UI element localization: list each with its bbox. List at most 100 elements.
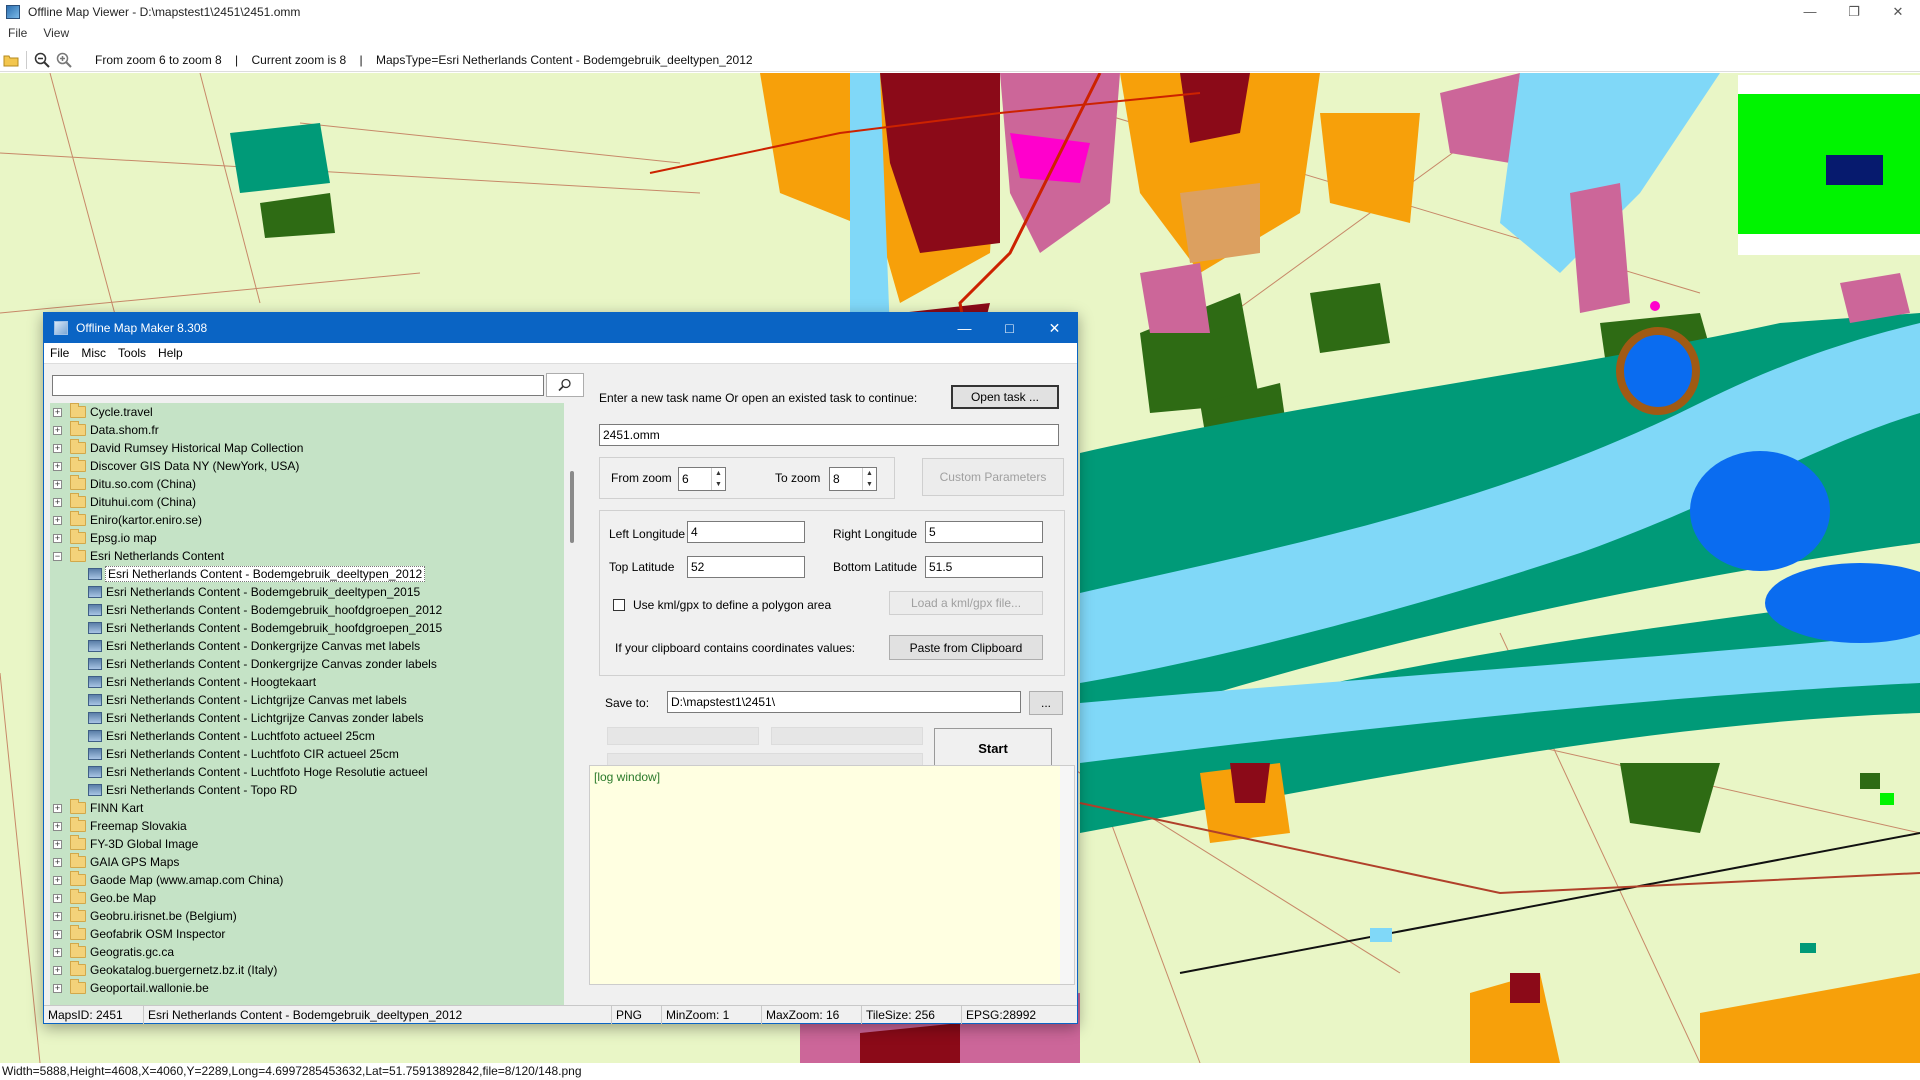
tree-folder-item[interactable]: + FINN Kart bbox=[50, 799, 562, 817]
dialog-maximize-button[interactable]: □ bbox=[987, 313, 1032, 343]
left-longitude-input[interactable]: 4 bbox=[687, 521, 805, 543]
from-zoom-arrows[interactable]: ▲ ▼ bbox=[711, 468, 725, 490]
tree-item-label: Esri Netherlands Content - Donkergrijze … bbox=[106, 657, 437, 671]
expand-icon[interactable]: + bbox=[53, 821, 62, 831]
paste-from-clipboard-button[interactable]: Paste from Clipboard bbox=[889, 635, 1043, 660]
expand-icon[interactable]: + bbox=[53, 407, 62, 417]
tree-item-label: Esri Netherlands Content - Bodemgebruik_… bbox=[106, 621, 443, 635]
folder-icon bbox=[70, 943, 86, 958]
tree-folder-item[interactable]: + Geoportail.wallonie.be bbox=[50, 979, 562, 997]
search-input[interactable] bbox=[52, 375, 544, 396]
expand-icon[interactable]: + bbox=[53, 443, 62, 453]
expand-icon[interactable]: + bbox=[53, 857, 62, 867]
expand-icon[interactable]: + bbox=[53, 803, 62, 813]
open-folder-icon[interactable] bbox=[0, 49, 22, 71]
dialog-close-button[interactable]: ✕ bbox=[1032, 313, 1077, 343]
tree-folder-item[interactable]: + Data.shom.fr bbox=[50, 421, 562, 439]
expand-icon[interactable]: + bbox=[53, 461, 62, 471]
tree-folder-item[interactable]: + Cycle.travel bbox=[50, 403, 562, 421]
tree-scroll-thumb[interactable] bbox=[570, 471, 574, 543]
tree-folder-item[interactable]: + Gaode Map (www.amap.com China) bbox=[50, 871, 562, 889]
tree-folder-item[interactable]: + Discover GIS Data NY (NewYork, USA) bbox=[50, 457, 562, 475]
tree-map-item[interactable]: Esri Netherlands Content - Donkergrijze … bbox=[50, 655, 562, 673]
task-name-input[interactable]: 2451.omm bbox=[599, 424, 1059, 446]
tree-folder-item[interactable]: + Ditu.so.com (China) bbox=[50, 475, 562, 493]
tree-item-label: Esri Netherlands Content - Hoogtekaart bbox=[106, 675, 317, 689]
map-source-tree[interactable]: + Cycle.travel + Data.shom.fr + David Rumsey … bbox=[50, 403, 582, 1007]
search-button[interactable] bbox=[546, 373, 584, 397]
tree-folder-item[interactable]: + Epsg.io map bbox=[50, 529, 562, 547]
log-window[interactable]: [log window] bbox=[589, 765, 1075, 985]
expand-icon[interactable]: + bbox=[53, 947, 62, 957]
expand-icon[interactable]: + bbox=[53, 533, 62, 543]
tree-scrollbar[interactable] bbox=[564, 403, 582, 1007]
dialog-menu-file[interactable]: File bbox=[44, 346, 75, 360]
tree-map-item[interactable]: Esri Netherlands Content - Bodemgebruik_… bbox=[50, 565, 562, 583]
tree-folder-item[interactable]: + David Rumsey Historical Map Collection bbox=[50, 439, 562, 457]
expand-icon[interactable]: + bbox=[53, 479, 62, 489]
tree-map-item[interactable]: Esri Netherlands Content - Bodemgebruik_… bbox=[50, 619, 562, 637]
log-scrollbar[interactable] bbox=[1060, 766, 1074, 984]
top-latitude-input[interactable]: 52 bbox=[687, 556, 805, 578]
tree-map-item[interactable]: Esri Netherlands Content - Luchtfoto act… bbox=[50, 727, 562, 745]
tree-map-item[interactable]: Esri Netherlands Content - Topo RD bbox=[50, 781, 562, 799]
open-task-button[interactable]: Open task ... bbox=[951, 385, 1059, 409]
tree-folder-item[interactable]: − Esri Netherlands Content bbox=[50, 547, 562, 565]
expand-icon[interactable]: + bbox=[53, 515, 62, 525]
tree-map-item[interactable]: Esri Netherlands Content - Bodemgebruik_… bbox=[50, 601, 562, 619]
tree-folder-item[interactable]: + FY-3D Global Image bbox=[50, 835, 562, 853]
folder-icon bbox=[70, 799, 86, 814]
tree-map-item[interactable]: Esri Netherlands Content - Luchtfoto CIR… bbox=[50, 745, 562, 763]
tree-folder-item[interactable]: + Dituhui.com (China) bbox=[50, 493, 562, 511]
kml-checkbox[interactable] bbox=[613, 599, 625, 611]
dialog-app-icon bbox=[54, 321, 68, 335]
overview-map[interactable] bbox=[1738, 75, 1920, 255]
save-to-input[interactable]: D:\mapstest1\2451\ bbox=[667, 691, 1021, 713]
tree-map-item[interactable]: Esri Netherlands Content - Luchtfoto Hog… bbox=[50, 763, 562, 781]
expand-icon[interactable]: + bbox=[53, 911, 62, 921]
right-longitude-input[interactable]: 5 bbox=[925, 521, 1043, 543]
to-zoom-stepper[interactable]: 8 ▲ ▼ bbox=[829, 467, 877, 491]
dialog-menu-help[interactable]: Help bbox=[152, 346, 189, 360]
menu-file[interactable]: File bbox=[0, 26, 35, 40]
expand-icon[interactable]: + bbox=[53, 929, 62, 939]
tree-folder-item[interactable]: + Eniro(kartor.eniro.se) bbox=[50, 511, 562, 529]
expand-icon[interactable]: + bbox=[53, 839, 62, 849]
expand-icon[interactable]: + bbox=[53, 893, 62, 903]
tree-folder-item[interactable]: + GAIA GPS Maps bbox=[50, 853, 562, 871]
expand-icon[interactable]: + bbox=[53, 875, 62, 885]
expand-icon[interactable]: + bbox=[53, 965, 62, 975]
tree-folder-item[interactable]: + Geo.be Map bbox=[50, 889, 562, 907]
expand-icon[interactable]: + bbox=[53, 983, 62, 993]
tree-folder-item[interactable]: + Geokatalog.buergernetz.bz.it (Italy) bbox=[50, 961, 562, 979]
tree-folder-item[interactable]: + Geogratis.gc.ca bbox=[50, 943, 562, 961]
bottom-latitude-input[interactable]: 51.5 bbox=[925, 556, 1043, 578]
menu-view[interactable]: View bbox=[35, 26, 77, 40]
zoom-in-icon[interactable] bbox=[53, 49, 75, 71]
to-zoom-arrows[interactable]: ▲ ▼ bbox=[862, 468, 876, 490]
load-kml-button[interactable]: Load a kml/gpx file... bbox=[889, 591, 1043, 615]
tree-map-item[interactable]: Esri Netherlands Content - Donkergrijze … bbox=[50, 637, 562, 655]
tree-map-item[interactable]: Esri Netherlands Content - Lichtgrijze C… bbox=[50, 709, 562, 727]
tree-map-item[interactable]: Esri Netherlands Content - Lichtgrijze C… bbox=[50, 691, 562, 709]
tree-map-item[interactable]: Esri Netherlands Content - Hoogtekaart bbox=[50, 673, 562, 691]
tree-folder-item[interactable]: + Freemap Slovakia bbox=[50, 817, 562, 835]
expand-icon[interactable]: + bbox=[53, 497, 62, 507]
expand-icon[interactable]: + bbox=[53, 425, 62, 435]
dialog-menu-misc[interactable]: Misc bbox=[75, 346, 112, 360]
tree-folder-item[interactable]: + Geobru.irisnet.be (Belgium) bbox=[50, 907, 562, 925]
from-zoom-stepper[interactable]: 6 ▲ ▼ bbox=[678, 467, 726, 491]
overview-viewport[interactable] bbox=[1826, 155, 1883, 185]
minimize-button[interactable]: — bbox=[1788, 0, 1832, 23]
dialog-minimize-button[interactable]: — bbox=[942, 313, 987, 343]
restore-button[interactable]: ❐ bbox=[1832, 0, 1876, 23]
custom-parameters-button[interactable]: Custom Parameters bbox=[922, 458, 1064, 496]
start-button[interactable]: Start bbox=[934, 728, 1052, 768]
tree-folder-item[interactable]: + Geofabrik OSM Inspector bbox=[50, 925, 562, 943]
tree-map-item[interactable]: Esri Netherlands Content - Bodemgebruik_… bbox=[50, 583, 562, 601]
dialog-menu-tools[interactable]: Tools bbox=[112, 346, 152, 360]
browse-button[interactable]: ... bbox=[1029, 691, 1063, 715]
close-button[interactable]: ✕ bbox=[1876, 0, 1920, 23]
zoom-out-icon[interactable] bbox=[31, 49, 53, 71]
collapse-icon[interactable]: − bbox=[53, 551, 62, 561]
